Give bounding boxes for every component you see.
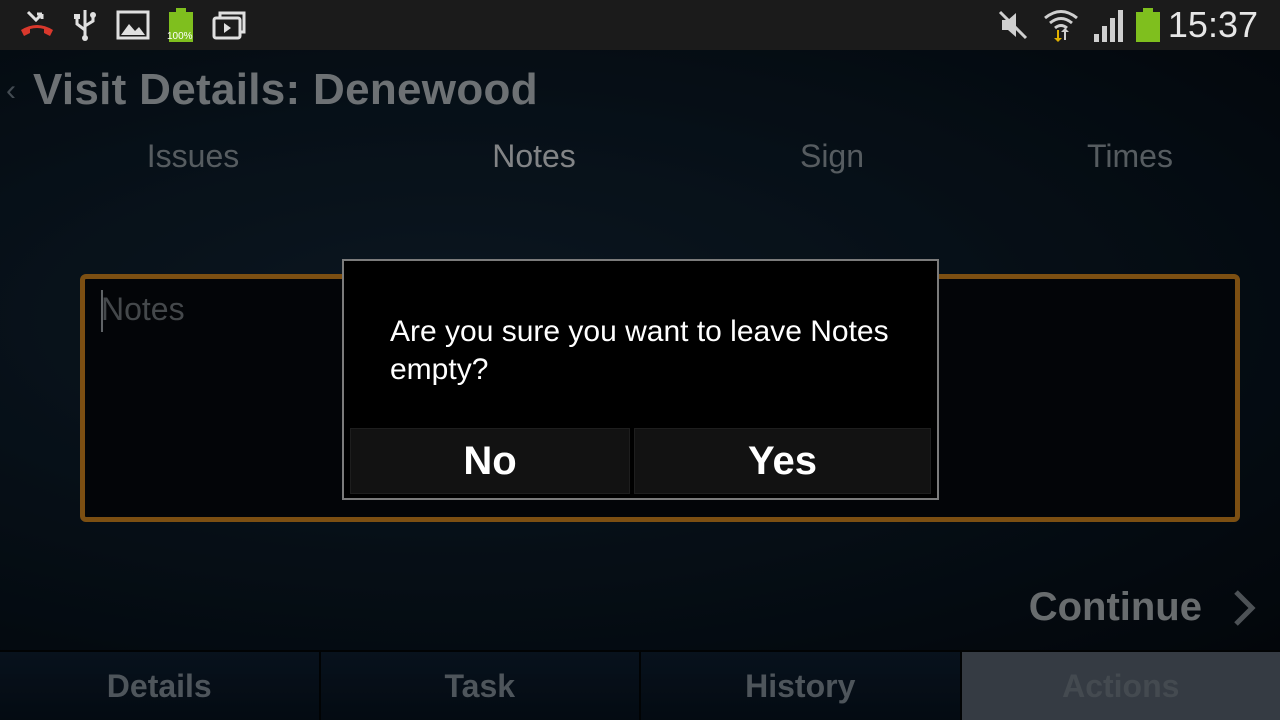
signal-icon (1094, 10, 1123, 42)
confirm-dialog: Are you sure you want to leave Notes emp… (342, 259, 939, 500)
no-button[interactable]: No (350, 428, 630, 494)
continue-button[interactable]: Continue (1029, 585, 1260, 630)
wifi-icon (1044, 10, 1078, 42)
tab-sign[interactable]: Sign (800, 138, 864, 175)
yes-button[interactable]: Yes (634, 428, 931, 494)
battery-icon (1136, 8, 1160, 42)
bottom-nav: Details Task History Actions (0, 650, 1280, 720)
gallery-icon (116, 10, 150, 40)
media-icon (212, 11, 246, 40)
nav-details[interactable]: Details (0, 652, 321, 720)
battery-percent-label: 100% (167, 31, 193, 42)
status-time: 15:37 (1167, 4, 1258, 45)
chevron-right-icon (1234, 589, 1256, 626)
tab-times[interactable]: Times (1087, 138, 1173, 175)
dialog-message: Are you sure you want to leave Notes emp… (390, 315, 889, 386)
tab-bar: Issues Notes Sign Times (0, 138, 1280, 184)
missed-call-icon (21, 10, 53, 36)
nav-task[interactable]: Task (320, 652, 641, 720)
page-title[interactable]: Visit Details: Denewood (33, 65, 538, 115)
back-chevron-icon[interactable]: ‹ (6, 74, 16, 108)
status-bar: 100% 15:37 (0, 0, 1280, 50)
tab-issues[interactable]: Issues (147, 138, 239, 175)
usb-icon (74, 10, 96, 41)
mute-icon (998, 10, 1028, 40)
continue-label: Continue (1028, 585, 1202, 629)
notes-placeholder: Notes (101, 291, 185, 327)
tab-notes[interactable]: Notes (492, 138, 576, 175)
nav-history[interactable]: History (641, 652, 962, 720)
nav-actions[interactable]: Actions (961, 652, 1280, 720)
